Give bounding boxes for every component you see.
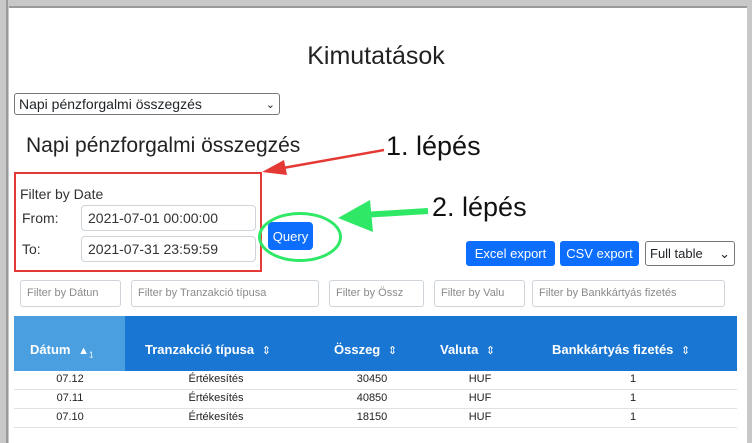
date-filter-label: Filter by Date — [20, 186, 104, 202]
section-title: Napi pénzforgalmi összegzés — [26, 134, 301, 157]
step2-arrow-line — [361, 208, 429, 218]
filter-input-valuta[interactable]: Filter by Valu — [434, 280, 525, 307]
step2-arrowhead-icon — [338, 200, 373, 232]
table-cell-datum: 07.10 — [56, 411, 84, 423]
table-cell-osszeg: 40850 — [356, 392, 388, 404]
column-header-valuta[interactable]: Valuta ⇕ — [440, 342, 495, 357]
column-header-osszeg-label: Összeg — [334, 342, 381, 357]
table-mode-select[interactable]: Full table ⌄ — [645, 241, 735, 266]
step1-annotation: 1. lépés — [386, 131, 481, 161]
chevron-down-icon: ⌄ — [265, 98, 275, 111]
window-frame-top-edge — [6, 6, 752, 8]
column-header-tranzakcio-tipusa-label: Tranzakció típusa — [145, 342, 255, 357]
column-header-bankkartyas-fizetes[interactable]: Bankkártyás fizetés ⇕ — [552, 342, 690, 357]
table-cell-tranzakcio-tipusa: Értékesítés — [188, 392, 244, 404]
filter-input-datum[interactable]: Filter by Dátun — [20, 280, 121, 307]
to-date-input[interactable]: 2021-07-31 23:59:59 — [81, 236, 256, 262]
report-type-select[interactable]: Napi pénzforgalmi összegzés ⌄ — [14, 93, 280, 115]
table-cell-osszeg: 18150 — [356, 411, 388, 423]
table-cell-datum: 07.12 — [56, 373, 84, 385]
column-header-datum[interactable]: Dátum ▲1 — [30, 342, 93, 360]
column-header-valuta-label: Valuta — [440, 342, 479, 357]
table-cell-valuta: HUF — [468, 392, 492, 404]
from-date-input[interactable]: 2021-07-01 00:00:00 — [81, 205, 256, 231]
table-row: 07.12 Értékesítés 30450 HUF 1 — [14, 371, 737, 390]
sort-icon: ⇕ — [485, 345, 496, 358]
table-row: 07.10 Értékesítés 18150 HUF 1 — [14, 409, 737, 428]
report-type-select-value: Napi pénzforgalmi összegzés — [19, 96, 202, 112]
table-cell-bankkartyas-fizetes: 1 — [629, 411, 637, 423]
table-cell-tranzakcio-tipusa: Értékesítés — [188, 373, 244, 385]
chevron-down-icon: ⌄ — [719, 245, 730, 261]
page-title: Kimutatások — [307, 42, 445, 70]
column-header-datum-label: Dátum — [30, 342, 71, 357]
column-header-tranzakcio-tipusa[interactable]: Tranzakció típusa ⇕ — [145, 342, 271, 357]
query-highlight-ring — [258, 212, 342, 262]
csv-export-button[interactable]: CSV export — [560, 241, 639, 266]
table-cell-bankkartyas-fizetes: 1 — [629, 392, 637, 404]
sort-icon: ⇕ — [261, 345, 271, 358]
table-cell-datum: 07.11 — [56, 392, 84, 404]
step1-arrowhead-icon — [262, 160, 287, 175]
excel-export-button[interactable]: Excel export — [466, 241, 555, 266]
table-cell-valuta: HUF — [468, 411, 492, 423]
table-mode-select-value: Full table — [650, 246, 703, 261]
table-cell-osszeg: 30450 — [356, 373, 388, 385]
table-row: 07.11 Értékesítés 40850 HUF 1 — [14, 390, 737, 409]
filter-input-bankkartyas-fizetes[interactable]: Filter by Bankkártyás fizetés — [532, 280, 725, 307]
table-cell-bankkartyas-fizetes: 1 — [629, 373, 637, 385]
table-cell-tranzakcio-tipusa: Értékesítés — [188, 411, 244, 423]
filter-input-osszeg[interactable]: Filter by Össz — [329, 280, 424, 307]
filter-input-tranzakcio-tipusa[interactable]: Filter by Tranzakció típusa — [131, 280, 319, 307]
column-header-osszeg[interactable]: Összeg ⇕ — [334, 342, 397, 357]
to-label: To: — [22, 241, 41, 257]
table-cell-valuta: HUF — [468, 373, 492, 385]
sort-ascending-icon: ▲ — [78, 344, 89, 357]
from-label: From: — [22, 210, 59, 226]
column-header-bankkartyas-fizetes-label: Bankkártyás fizetés — [552, 342, 674, 357]
sort-icon: ⇕ — [681, 345, 691, 358]
step2-annotation: 2. lépés — [432, 192, 527, 222]
sort-order-index: 1 — [88, 350, 94, 360]
sort-icon: ⇕ — [387, 345, 398, 358]
